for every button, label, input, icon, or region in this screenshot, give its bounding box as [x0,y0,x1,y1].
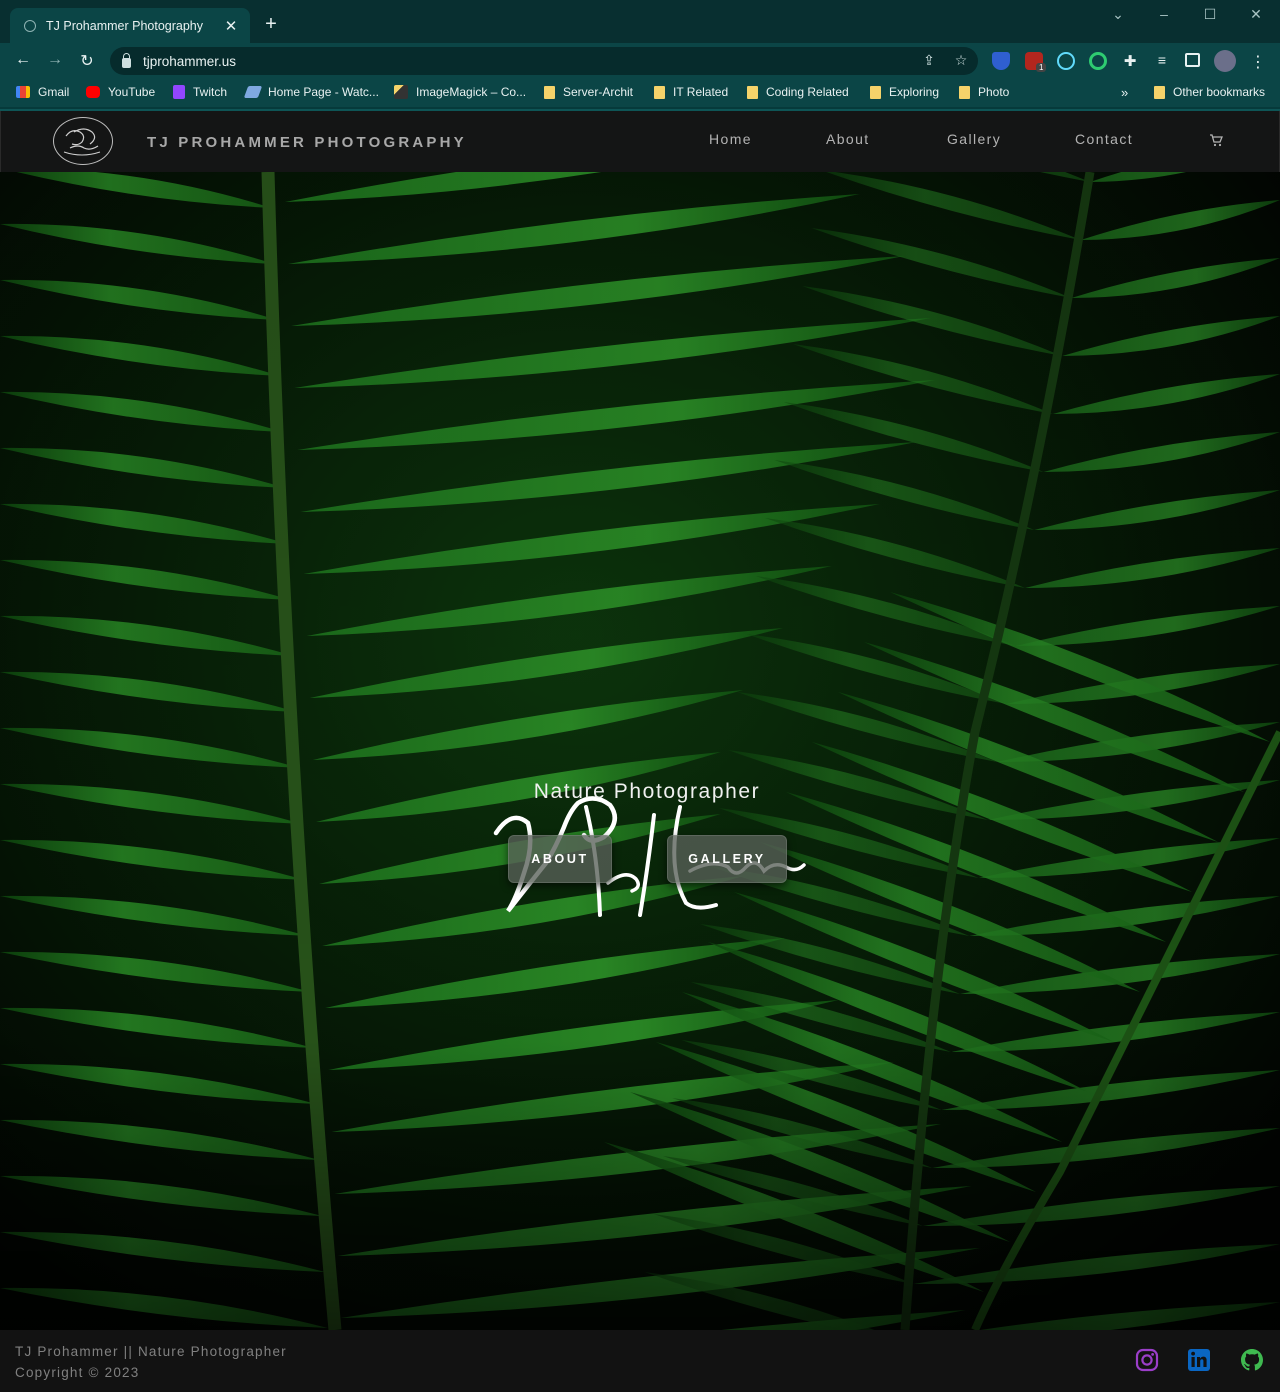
browser-toolbar: ← → ↻ tjprohammer.us ⇪ ☆ 1 ✚ ≡ ⋮ [0,43,1280,79]
bookmark-label: Coding Related [766,85,849,99]
cart-icon[interactable] [1209,133,1223,147]
bookmark-label: Exploring [889,85,940,99]
extensions-puzzle-icon[interactable]: ✚ [1121,52,1139,70]
window-close-button[interactable]: ✕ [1246,6,1266,23]
gallery-button[interactable]: GALLERY [667,835,787,883]
bookmarks-overflow-button[interactable]: » [1121,85,1128,100]
overflow-label: » [1121,85,1129,100]
address-bar[interactable]: tjprohammer.us ⇪ ☆ [110,47,978,75]
profile-avatar[interactable] [1214,50,1236,72]
share-icon[interactable]: ⇪ [920,52,938,69]
forward-button[interactable]: → [45,51,65,69]
react-devtools-icon[interactable] [1057,52,1075,70]
globe-icon [24,19,36,32]
instagram-icon[interactable] [1135,1348,1159,1372]
nav-contact[interactable]: Contact [1075,131,1133,147]
bookmark-exploring[interactable]: Exploring [870,85,939,99]
folder-icon [654,85,665,99]
bookmark-star-icon[interactable]: ☆ [952,52,970,69]
bookmark-gmail[interactable]: Gmail [16,85,69,99]
site-header: TJ PROHAMMER PHOTOGRAPHY Home About Gall… [0,111,1280,172]
url-text[interactable]: tjprohammer.us [143,54,236,69]
bookmark-label: Server-Archit [563,85,634,99]
site-footer: TJ Prohammer || Nature Photographer Copy… [0,1330,1280,1392]
bookmark-label: YouTube [108,85,156,99]
lock-icon[interactable] [122,52,131,68]
bookmark-twitch[interactable]: Twitch [173,85,227,99]
media-control-icon[interactable]: ≡ [1153,52,1171,70]
bookmark-label: Twitch [193,85,228,99]
nav-home[interactable]: Home [709,131,752,147]
bookmark-label: ImageMagick – Co... [416,85,527,99]
bookmark-label: IT Related [673,85,729,99]
hero-section: Nature Photographer ABOUT GALLERY [0,172,1280,1330]
tab-strip: TJ Prohammer Photography ✕ + ⌄ – ☐ ✕ [0,0,1280,43]
bookmarks-bar: Gmail YouTube Twitch Home Page - Watc...… [0,79,1280,107]
bookmark-label: Home Page - Watc... [268,85,379,99]
extension-badge: 1 [1036,63,1047,72]
maximize-button[interactable]: ☐ [1200,6,1220,23]
tab-title: TJ Prohammer Photography [46,18,204,33]
gmail-icon [16,86,30,98]
linkedin-icon[interactable] [1187,1348,1211,1372]
signature-logo-icon [63,128,101,156]
bookmark-label: Photo [978,85,1010,99]
tab-search-icon[interactable]: ⌄ [1108,6,1128,23]
folder-icon [1154,85,1165,99]
bookmark-label: Other bookmarks [1173,85,1266,99]
bookmark-label: Gmail [38,85,70,99]
fern-background-image [0,172,1280,1330]
bookmark-photo[interactable]: Photo [959,85,1009,99]
bookmark-server-archit[interactable]: Server-Archit [544,85,633,99]
new-tab-button[interactable]: + [260,13,282,36]
footer-tagline: TJ Prohammer || Nature Photographer [15,1344,287,1359]
bitwarden-icon[interactable] [992,52,1010,70]
reload-button[interactable]: ↻ [77,51,97,71]
folder-icon [544,85,555,99]
bookmark-coding-related[interactable]: Coding Related [747,85,849,99]
watch-icon [243,86,263,98]
youtube-icon [86,86,100,98]
bookmark-imagemagick[interactable]: ImageMagick – Co... [394,85,526,99]
bookmark-other[interactable]: Other bookmarks [1154,85,1265,99]
wand-icon [394,85,408,99]
browser-window: TJ Prohammer Photography ✕ + ⌄ – ☐ ✕ ← →… [0,0,1280,111]
folder-icon [959,85,970,99]
nav-about[interactable]: About [826,131,870,147]
side-panel-icon[interactable] [1185,53,1200,67]
footer-copyright: Copyright © 2023 [15,1365,140,1380]
grammarly-icon[interactable] [1089,52,1107,70]
folder-icon [870,85,881,99]
kebab-menu-icon[interactable]: ⋮ [1249,52,1267,71]
bookmark-home-page[interactable]: Home Page - Watc... [243,85,379,99]
logo[interactable] [53,117,113,165]
folder-icon [747,85,758,99]
bookmark-youtube[interactable]: YouTube [86,85,155,99]
github-icon[interactable] [1240,1348,1264,1372]
bookmark-it-related[interactable]: IT Related [654,85,728,99]
hero-tagline: Nature Photographer [533,780,761,803]
minimize-button[interactable]: – [1154,6,1174,22]
about-button[interactable]: ABOUT [508,835,612,883]
close-icon[interactable]: ✕ [222,17,240,35]
site-title[interactable]: TJ PROHAMMER PHOTOGRAPHY [147,134,467,151]
twitch-icon [173,85,185,99]
back-button[interactable]: ← [13,51,33,69]
browser-tab[interactable]: TJ Prohammer Photography ✕ [10,8,250,43]
nav-gallery[interactable]: Gallery [947,131,1001,147]
